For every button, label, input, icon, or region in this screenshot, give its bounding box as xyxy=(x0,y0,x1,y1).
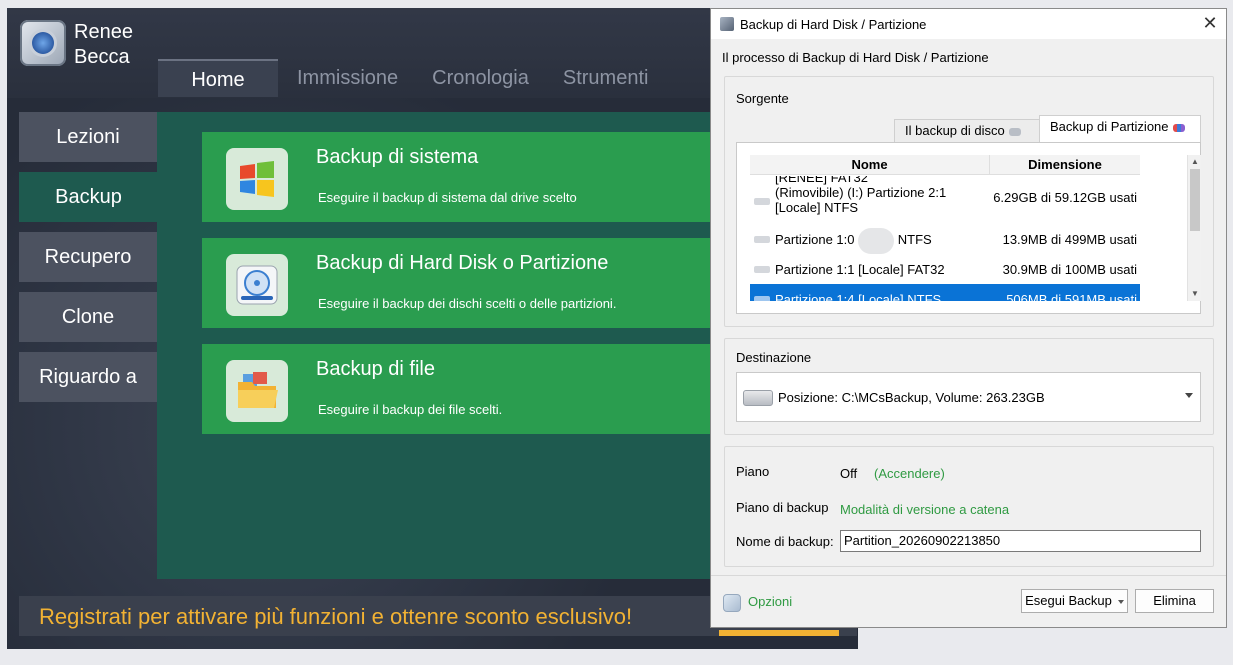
sidebar-item-lezioni[interactable]: Lezioni xyxy=(19,112,157,162)
tab-disk-backup[interactable]: Il backup di disco xyxy=(894,119,1040,143)
hard-disk-icon xyxy=(226,254,288,316)
tab-partition-backup[interactable]: Backup di Partizione xyxy=(1039,115,1201,144)
plan-enable-link[interactable]: (Accendere) xyxy=(874,466,945,481)
tab-cronologia[interactable]: Cronologia xyxy=(415,59,546,97)
run-backup-label: Esegui Backup xyxy=(1025,593,1112,608)
chevron-down-icon[interactable] xyxy=(1117,599,1124,604)
options-link[interactable]: Opzioni xyxy=(748,594,792,609)
footer-divider xyxy=(711,575,1226,576)
partition-icon xyxy=(754,198,770,205)
windows-logo-icon xyxy=(226,148,288,210)
tab-immissione[interactable]: Immissione xyxy=(280,59,415,97)
tab-label: Il backup di disco xyxy=(905,123,1005,138)
scheme-label: Piano di backup xyxy=(736,500,829,515)
card-description: Eseguire il backup di sistema dal drive … xyxy=(318,190,577,205)
partition-name: Partizione 1:1 [Locale] FAT32 xyxy=(775,262,945,277)
app-logo-icon xyxy=(20,20,66,66)
options-icon[interactable] xyxy=(723,594,741,612)
scroll-thumb[interactable] xyxy=(1190,169,1200,231)
list-header: Nome Dimensione xyxy=(750,155,1140,175)
list-item[interactable]: Partizione 1:0 NTFS 13.9MB di 499MB usat… xyxy=(750,224,1140,254)
source-label: Sorgente xyxy=(736,91,789,106)
list-item[interactable]: Partizione 1:1 [Locale] FAT32 30.9MB di … xyxy=(750,254,1140,284)
list-scrollbar[interactable]: ▲ ▼ xyxy=(1187,155,1201,301)
card-description: Eseguire il backup dei file scelti. xyxy=(318,402,503,417)
plan-label: Piano xyxy=(736,464,770,479)
scroll-down-icon[interactable]: ▼ xyxy=(1188,287,1202,301)
plan-value: Off xyxy=(840,466,858,481)
list-item-selected[interactable]: Partizione 1:4 [Locale] NTFS 506MB di 59… xyxy=(750,284,1140,301)
tab-home[interactable]: Home xyxy=(158,59,278,97)
close-icon[interactable]: ✕ xyxy=(1200,13,1220,33)
partition-icon xyxy=(754,236,770,243)
sidebar: Lezioni Backup Recupero Clone Riguardo a xyxy=(19,112,158,412)
brand-name: Renee Becca xyxy=(74,20,133,70)
folder-icon xyxy=(226,360,288,422)
chevron-down-icon xyxy=(1185,393,1193,398)
sidebar-item-backup[interactable]: Backup xyxy=(19,172,158,222)
card-description: Eseguire il backup dei dischi scelti o d… xyxy=(318,296,617,311)
dialog-app-icon xyxy=(720,17,734,31)
sidebar-item-clone[interactable]: Clone xyxy=(19,292,157,342)
hard-drive-icon xyxy=(743,390,773,406)
run-backup-button[interactable]: Esegui Backup xyxy=(1021,589,1128,613)
partition-size: 506MB di 591MB usati xyxy=(1006,292,1137,301)
tab-label: Backup di Partizione xyxy=(1050,119,1169,134)
tab-strumenti[interactable]: Strumenti xyxy=(546,59,666,97)
partition-icon xyxy=(1172,123,1185,132)
brand-line-1: Renee xyxy=(74,21,133,43)
partition-name: [RENEE] FAT32 (Rimovibile) (I:) Partizio… xyxy=(775,176,947,215)
list-item[interactable]: [RENEE] FAT32 (Rimovibile) (I:) Partizio… xyxy=(750,176,1140,226)
destination-label: Destinazione xyxy=(736,350,812,365)
dialog-titlebar: Backup di Hard Disk / Partizione ✕ xyxy=(711,9,1226,39)
column-size[interactable]: Dimensione xyxy=(990,155,1140,175)
partition-list: Nome Dimensione [RENEE] FAT32 (Rimovibil… xyxy=(736,142,1201,314)
backup-dialog: Backup di Hard Disk / Partizione ✕ Il pr… xyxy=(710,8,1227,628)
partition-name: Partizione 1:4 [Locale] NTFS xyxy=(775,292,942,301)
partition-icon xyxy=(754,266,770,273)
column-name[interactable]: Nome xyxy=(750,155,990,175)
scheme-link[interactable]: Modalità di versione a catena xyxy=(840,502,1009,517)
partition-icon xyxy=(754,296,770,301)
dialog-title: Backup di Hard Disk / Partizione xyxy=(740,17,927,32)
card-title: Backup di Hard Disk o Partizione xyxy=(316,252,609,274)
destination-value: Posizione: C:\MCsBackup, Volume: 263.23G… xyxy=(778,390,1045,405)
brand-line-2: Becca xyxy=(74,46,130,68)
disk-icon xyxy=(1008,127,1021,136)
delete-button[interactable]: Elimina xyxy=(1135,589,1214,613)
card-title: Backup di sistema xyxy=(316,146,479,168)
redacted-label xyxy=(858,227,895,254)
list-body: [RENEE] FAT32 (Rimovibile) (I:) Partizio… xyxy=(737,176,1186,301)
scroll-up-icon[interactable]: ▲ xyxy=(1188,155,1202,169)
banner-text: Registrati per attivare più funzioni e o… xyxy=(39,604,633,629)
sidebar-item-riguardo[interactable]: Riguardo a xyxy=(19,352,157,402)
top-nav: Home Immissione Cronologia Strumenti xyxy=(158,59,665,97)
sidebar-item-recupero[interactable]: Recupero xyxy=(19,232,157,282)
card-title: Backup di file xyxy=(316,358,435,380)
partition-name: Partizione 1:0 NTFS xyxy=(775,227,932,254)
partition-size: 6.29GB di 59.12GB usati xyxy=(993,190,1137,205)
dialog-subtitle: Il processo di Backup di Hard Disk / Par… xyxy=(722,50,989,65)
partition-size: 13.9MB di 499MB usati xyxy=(1002,232,1137,247)
backup-name-label: Nome di backup: xyxy=(736,534,834,549)
banner-button-edge[interactable] xyxy=(719,630,839,636)
backup-name-field[interactable]: Partition_20260902213850 xyxy=(840,530,1201,552)
destination-select[interactable]: Posizione: C:\MCsBackup, Volume: 263.23G… xyxy=(736,372,1201,422)
partition-size: 30.9MB di 100MB usati xyxy=(1002,262,1137,277)
